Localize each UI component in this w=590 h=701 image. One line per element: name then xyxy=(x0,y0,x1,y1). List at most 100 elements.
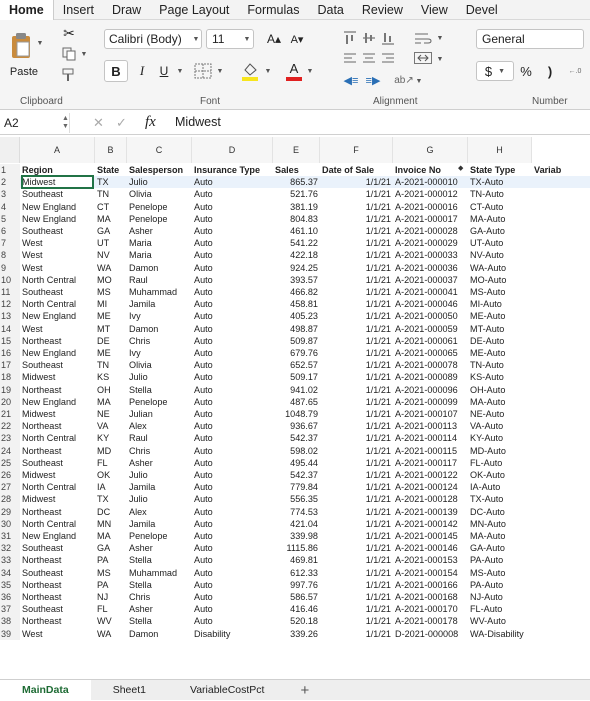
cell-insurance-type[interactable]: Auto xyxy=(194,323,271,335)
cell-state-type[interactable]: DC-Auto xyxy=(470,506,530,518)
percent-button[interactable]: % xyxy=(516,61,536,81)
cell-state-type[interactable]: MT-Auto xyxy=(470,323,530,335)
cell-state[interactable]: ME xyxy=(97,310,125,322)
row-number[interactable]: 39 xyxy=(0,627,20,640)
cell-sales[interactable]: 498.87 xyxy=(275,323,318,335)
formula-input[interactable]: Midwest xyxy=(175,115,221,129)
cell-state-type[interactable]: TX-Auto xyxy=(470,176,530,188)
row-number[interactable]: 33 xyxy=(0,554,20,567)
cell-salesperson[interactable]: Alex xyxy=(129,506,190,518)
cell-state-type[interactable]: TN-Auto xyxy=(470,188,530,200)
row-number[interactable]: 11 xyxy=(0,286,20,299)
cell-invoice-no[interactable]: A-2021-000012 xyxy=(395,188,466,200)
comma-button[interactable]: ) xyxy=(542,61,558,81)
cell-sales[interactable]: 339.26 xyxy=(275,628,318,640)
cell-region[interactable]: North Central xyxy=(22,432,93,444)
row-number[interactable]: 18 xyxy=(0,371,20,384)
cell-sales[interactable]: 509.87 xyxy=(275,335,318,347)
cell-insurance-type[interactable]: Auto xyxy=(194,457,271,469)
fill-color-icon[interactable] xyxy=(238,59,262,83)
grow-font-button[interactable]: A▴ xyxy=(264,29,284,49)
cell-state[interactable]: WV xyxy=(97,615,125,627)
cell-state-type[interactable]: MS-Auto xyxy=(470,286,530,298)
cell-insurance-type[interactable]: Auto xyxy=(194,615,271,627)
cell-state-type[interactable]: ME-Auto xyxy=(470,310,530,322)
cell-state-type[interactable]: State Type xyxy=(470,164,530,176)
cell-salesperson[interactable]: Jamila xyxy=(129,518,190,530)
cell-state-type[interactable]: MA-Auto xyxy=(470,396,530,408)
cell-invoice-no[interactable]: A-2021-000029 xyxy=(395,237,466,249)
align-left-icon[interactable] xyxy=(342,50,358,66)
cell-salesperson[interactable]: Raul xyxy=(129,432,190,444)
cell-state[interactable]: DE xyxy=(97,335,125,347)
column-header-h[interactable]: H xyxy=(468,137,532,163)
cell-invoice-no[interactable]: A-2021-000059 xyxy=(395,323,466,335)
cell-state-type[interactable]: PA-Auto xyxy=(470,554,530,566)
cell-date-of-sale[interactable]: 1/1/21 xyxy=(322,481,391,493)
cell-invoice-no[interactable]: A-2021-000139 xyxy=(395,506,466,518)
cell-state-type[interactable]: NV-Auto xyxy=(470,249,530,261)
align-top-icon[interactable] xyxy=(342,29,358,47)
name-box[interactable]: A2 xyxy=(4,113,70,133)
cell-salesperson[interactable]: Ivy xyxy=(129,310,190,322)
cell-date-of-sale[interactable]: 1/1/21 xyxy=(322,603,391,615)
cell-insurance-type[interactable]: Auto xyxy=(194,396,271,408)
cell-state[interactable]: FL xyxy=(97,603,125,615)
cell-sales[interactable]: 612.33 xyxy=(275,567,318,579)
cell-insurance-type[interactable]: Auto xyxy=(194,274,271,286)
cell-date-of-sale[interactable]: 1/1/21 xyxy=(322,457,391,469)
align-center-icon[interactable] xyxy=(361,50,377,66)
cell-state-type[interactable]: NJ-Auto xyxy=(470,591,530,603)
cell-state[interactable]: MA xyxy=(97,396,125,408)
cell-state[interactable]: FL xyxy=(97,457,125,469)
cell-region[interactable]: West xyxy=(22,237,93,249)
cell-sales[interactable]: 393.57 xyxy=(275,274,318,286)
cell-state[interactable]: MS xyxy=(97,286,125,298)
cell-invoice-no[interactable]: A-2021-000107 xyxy=(395,408,466,420)
cell-region[interactable]: West xyxy=(22,262,93,274)
cell-sales[interactable]: 521.76 xyxy=(275,188,318,200)
cell-region[interactable]: Northeast xyxy=(22,384,93,396)
cell-date-of-sale[interactable]: 1/1/21 xyxy=(322,225,391,237)
cell-region[interactable]: North Central xyxy=(22,481,93,493)
row-number[interactable]: 15 xyxy=(0,334,20,347)
paste-label[interactable]: Paste xyxy=(8,65,40,79)
row-number[interactable]: 19 xyxy=(0,383,20,396)
cell-state-type[interactable]: IA-Auto xyxy=(470,481,530,493)
cell-state-type[interactable]: WA-Auto xyxy=(470,262,530,274)
row-number[interactable]: 4 xyxy=(0,200,20,213)
cell-date-of-sale[interactable]: 1/1/21 xyxy=(322,384,391,396)
cell-insurance-type[interactable]: Auto xyxy=(194,408,271,420)
select-all-corner[interactable] xyxy=(0,137,20,163)
cell-region[interactable]: Southeast xyxy=(22,188,93,200)
cell-salesperson[interactable]: Muhammad xyxy=(129,286,190,298)
cell-date-of-sale[interactable]: 1/1/21 xyxy=(322,445,391,457)
cell-invoice-no[interactable]: A-2021-000168 xyxy=(395,591,466,603)
cell-sales[interactable]: 487.65 xyxy=(275,396,318,408)
cell-date-of-sale[interactable]: 1/1/21 xyxy=(322,554,391,566)
cell-invoice-no[interactable]: A-2021-000037 xyxy=(395,274,466,286)
cell-state-type[interactable]: WV-Auto xyxy=(470,615,530,627)
cell-region[interactable]: Midwest xyxy=(22,493,93,505)
cell-date-of-sale[interactable]: 1/1/21 xyxy=(322,359,391,371)
cell-state[interactable]: TN xyxy=(97,188,125,200)
cell-invoice-no[interactable]: A-2021-000114 xyxy=(395,432,466,444)
cell-state-type[interactable]: MN-Auto xyxy=(470,518,530,530)
cell-salesperson[interactable]: Asher xyxy=(129,542,190,554)
cell-variable[interactable]: Variab xyxy=(534,164,588,176)
cell-insurance-type[interactable]: Auto xyxy=(194,335,271,347)
cell-insurance-type[interactable]: Auto xyxy=(194,542,271,554)
cell-date-of-sale[interactable]: 1/1/21 xyxy=(322,201,391,213)
cell-insurance-type[interactable]: Auto xyxy=(194,176,271,188)
cell-salesperson[interactable]: Olivia xyxy=(129,188,190,200)
row-number[interactable]: 13 xyxy=(0,310,20,323)
cell-date-of-sale[interactable]: 1/1/21 xyxy=(322,408,391,420)
font-size-dropdown-icon[interactable]: ▼ xyxy=(243,33,251,45)
cell-salesperson[interactable]: Olivia xyxy=(129,359,190,371)
currency-button[interactable]: $ ▼ xyxy=(476,61,514,81)
font-name-select[interactable]: Calibri (Body) xyxy=(104,29,202,49)
cell-region[interactable]: New England xyxy=(22,213,93,225)
cell-region[interactable]: Midwest xyxy=(22,408,93,420)
cell-state[interactable]: WA xyxy=(97,262,125,274)
column-header-f[interactable]: F xyxy=(320,137,393,163)
